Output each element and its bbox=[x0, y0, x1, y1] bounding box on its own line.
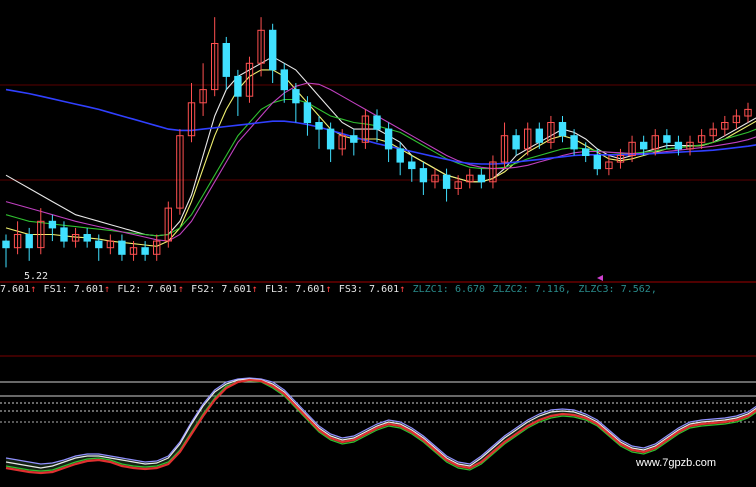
indicator-legend: 7.601 ↑ FS1: 7.601 ↑ FL2: 7.601 ↑ FS2: 7.601 ↑ FL3:… bbox=[0, 284, 657, 295]
legend-label: FL3: bbox=[265, 284, 289, 295]
legend-value: 7.601 bbox=[74, 284, 104, 295]
candle-down bbox=[442, 174, 451, 189]
legend-label: FS2: bbox=[191, 284, 215, 295]
candle-down bbox=[663, 135, 671, 143]
candle-down bbox=[593, 155, 601, 170]
candle-down bbox=[25, 234, 33, 249]
legend-label: FS1: bbox=[44, 284, 68, 295]
legend-arrow-icon: ↑ bbox=[104, 284, 110, 295]
candle-down bbox=[384, 128, 393, 150]
candle-down bbox=[60, 227, 68, 242]
legend-value: 7.116, bbox=[535, 284, 571, 295]
ma-line-2 bbox=[5, 69, 756, 247]
candle-down bbox=[512, 135, 520, 150]
legend-arrow-icon: ↑ bbox=[30, 284, 36, 295]
candle-down bbox=[570, 135, 578, 150]
candle-down bbox=[350, 135, 358, 143]
stock-chart: 5.22 7.601 ↑ FS1: 7.601 ↑ FL2: 7.601 ↑ FS2: 7.601… bbox=[0, 17, 756, 475]
ma-line-4 bbox=[5, 82, 756, 242]
candle-down bbox=[48, 220, 57, 229]
candle-down bbox=[303, 102, 312, 124]
candle-down bbox=[222, 43, 231, 77]
candle-down bbox=[269, 29, 277, 71]
legend-value: 7.601 bbox=[369, 284, 399, 295]
candle-down bbox=[419, 168, 428, 183]
candle-down bbox=[408, 161, 416, 170]
candle-down bbox=[292, 89, 300, 104]
candle-down bbox=[535, 128, 543, 143]
candle-down bbox=[477, 174, 486, 183]
legend-value: 7.562, bbox=[621, 284, 657, 295]
cursor-marker-icon bbox=[597, 275, 603, 281]
watermark: www.7gpzb.com bbox=[635, 457, 716, 469]
legend-label: ZLZC3: bbox=[578, 284, 614, 295]
legend-label: FS3: bbox=[339, 284, 363, 295]
legend-label: ZLZC2: bbox=[492, 284, 528, 295]
candle-down bbox=[83, 234, 91, 242]
legend-arrow-icon: ↑ bbox=[252, 284, 258, 295]
legend-label: ZLZC1: bbox=[413, 284, 449, 295]
legend-value: 7.601 bbox=[221, 284, 251, 295]
candle-down bbox=[640, 141, 648, 150]
legend-value: 7.601 bbox=[148, 284, 178, 295]
candle-down bbox=[326, 128, 335, 150]
candle-down bbox=[234, 75, 242, 97]
legend-arrow-icon: ↑ bbox=[325, 284, 331, 295]
candle-down bbox=[141, 247, 149, 255]
legend-value: 7.601 bbox=[0, 284, 30, 295]
candle-down bbox=[118, 240, 126, 255]
candle-down bbox=[315, 122, 323, 130]
candle-down bbox=[280, 69, 289, 91]
candle-down bbox=[582, 148, 590, 156]
candle-down bbox=[95, 240, 103, 249]
candle-down bbox=[396, 148, 404, 163]
legend-label: FL2: bbox=[117, 284, 141, 295]
price-low-label: 5.22 bbox=[24, 271, 48, 282]
legend-arrow-icon: ↑ bbox=[399, 284, 405, 295]
candle-down bbox=[2, 240, 10, 249]
candle-down bbox=[373, 115, 381, 130]
grid-layer bbox=[0, 84, 756, 423]
candle-down bbox=[674, 141, 683, 150]
legend-arrow-icon: ↑ bbox=[178, 284, 184, 295]
candle-down bbox=[558, 122, 567, 137]
legend-value: 7.601 bbox=[295, 284, 325, 295]
legend-value: 6.670 bbox=[455, 284, 485, 295]
ma-line-3 bbox=[5, 98, 756, 237]
